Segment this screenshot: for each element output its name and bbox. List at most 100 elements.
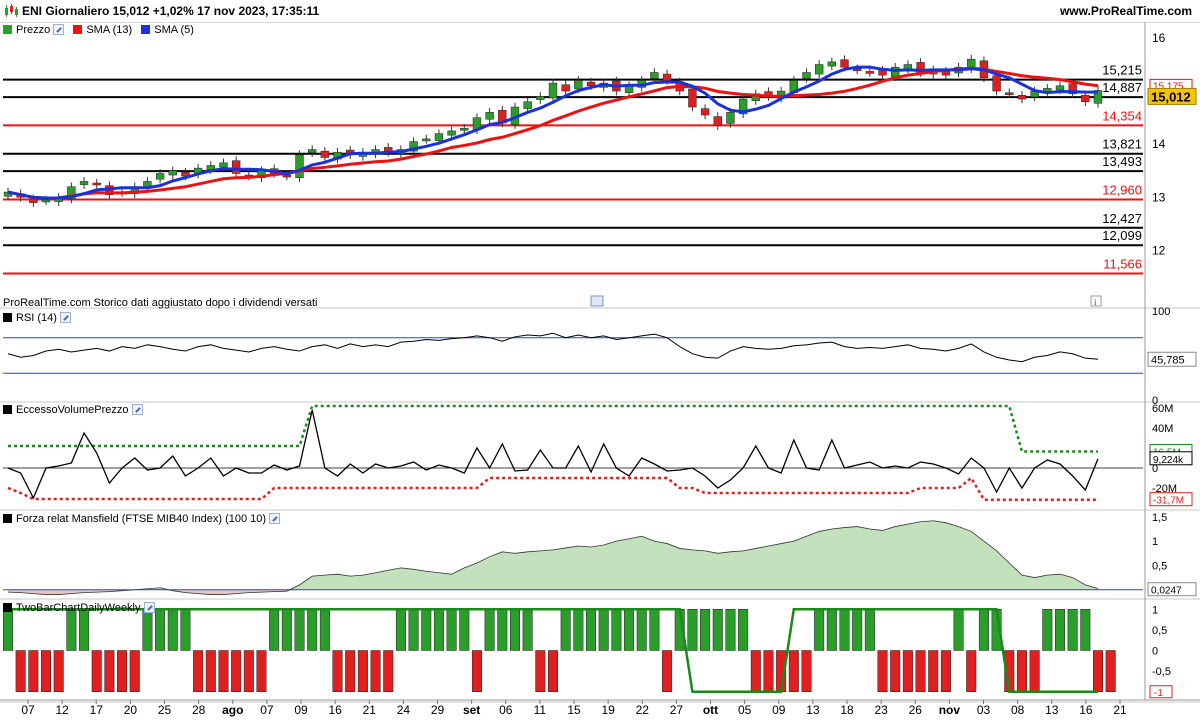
- time-axis-label: ago: [222, 703, 243, 717]
- twobar-legend[interactable]: TwoBarChartDailyWeekly: [3, 601, 155, 615]
- twobar-bar: [814, 609, 825, 651]
- twobar-bar: [41, 650, 52, 692]
- twobar-bar: [484, 609, 495, 651]
- twobar-bar: [547, 650, 559, 692]
- twobar-bar: [839, 609, 850, 651]
- evp-last-label: 9,224k: [1153, 455, 1184, 466]
- time-axis-label: 12: [55, 703, 69, 717]
- twobar-bar: [155, 609, 166, 651]
- time-axis-label: 08: [1011, 703, 1025, 717]
- twobar-bar: [598, 609, 609, 651]
- candle: [219, 162, 228, 168]
- candle: [662, 73, 672, 81]
- twobar-bar: [79, 609, 90, 651]
- twobar-bar: [294, 609, 305, 651]
- twobar-bar: [129, 650, 140, 692]
- candle: [903, 64, 913, 70]
- twobar-bar: [890, 650, 901, 692]
- twobar-bar: [864, 609, 875, 651]
- chart-canvas: 12 13 14 15 16 15,215 14,887 14,354 13,821 13,493…: [0, 22, 1200, 717]
- time-axis-label: 21: [363, 703, 377, 717]
- time-axis-label: 21: [1113, 703, 1127, 717]
- wrench-icon[interactable]: [269, 513, 281, 524]
- twobar-bar: [535, 650, 546, 692]
- evp-lower-band: [7, 476, 1098, 501]
- twobar-bar: [471, 650, 482, 692]
- candle: [231, 160, 241, 174]
- candle: [814, 64, 824, 75]
- candle: [548, 82, 558, 99]
- candle: [688, 88, 697, 108]
- price-tick-label: 16: [1152, 31, 1166, 45]
- candle: [41, 199, 51, 203]
- candle: [1055, 85, 1065, 91]
- level-label: 13,493: [1102, 154, 1142, 169]
- price-legend-label: Prezzo: [16, 24, 51, 36]
- twobar-bar: [738, 609, 749, 651]
- time-axis-label: 03: [977, 703, 991, 717]
- time-axis-label: 19: [601, 703, 615, 717]
- evp-legend[interactable]: EccessoVolumePrezzo: [3, 403, 143, 417]
- candle: [308, 149, 317, 153]
- sma5-legend-label: SMA (5): [154, 24, 194, 36]
- twobar-bar: [725, 609, 736, 651]
- candle: [320, 150, 330, 158]
- candle: [827, 61, 837, 67]
- time-axis-label: 22: [636, 703, 650, 717]
- time-axis-label: 11: [534, 703, 547, 717]
- twobar-bar: [1080, 609, 1091, 651]
- time-axis-label: 16: [1079, 703, 1093, 717]
- mansfield-legend[interactable]: Forza relat Mansfield (FTSE MIB40 Index)…: [3, 512, 281, 526]
- evp-line: [7, 409, 1099, 500]
- evp-legend-label: EccessoVolumePrezzo: [16, 404, 129, 416]
- candle: [1005, 92, 1014, 95]
- candle: [574, 80, 583, 90]
- time-axis-label: 16: [328, 703, 342, 717]
- twobar-bar: [611, 609, 622, 651]
- time-axis-label: 28: [192, 703, 206, 717]
- candle: [992, 75, 1001, 92]
- axis-tick-label: 100: [1152, 306, 1170, 318]
- level-label: 14,887: [1102, 80, 1142, 95]
- wrench-icon[interactable]: [143, 602, 155, 613]
- mansfield-swatch: [3, 514, 12, 523]
- twobar-bar: [1092, 650, 1104, 692]
- wrench-icon[interactable]: [59, 312, 71, 323]
- dividend-note: ProRealTime.com Storico dati aggiustato …: [3, 297, 318, 309]
- mansfield-last-label: 0,0247: [1151, 586, 1182, 597]
- rsi-swatch: [3, 313, 12, 322]
- twobar-bar: [902, 650, 913, 692]
- time-axis-label: 09: [772, 703, 786, 717]
- level-label: 12,427: [1102, 211, 1142, 226]
- twobar-bar: [193, 650, 204, 692]
- price-last-label: 15,012: [1151, 89, 1191, 104]
- wrench-icon[interactable]: [131, 404, 143, 415]
- candle: [155, 173, 165, 180]
- candle: [536, 96, 545, 100]
- rsi-last-label: 45,785: [1151, 354, 1185, 366]
- sma5-swatch: [141, 25, 151, 34]
- twobar-bar: [433, 609, 444, 651]
- price-tick-label: 12: [1152, 243, 1166, 257]
- time-axis-label: 20: [124, 703, 138, 717]
- twobar-bar: [624, 609, 635, 651]
- wrench-icon[interactable]: [53, 24, 65, 35]
- candle: [586, 81, 596, 87]
- candle: [891, 66, 900, 77]
- price-legend[interactable]: Prezzo SMA (13) SMA (5): [3, 23, 194, 37]
- twobar-bar: [446, 609, 457, 651]
- time-axis-label: 06: [499, 703, 513, 717]
- twobar-bar: [421, 609, 432, 651]
- twobar-bar: [1054, 609, 1065, 651]
- rsi-legend[interactable]: RSI (14): [3, 311, 71, 325]
- axis-tick-label: 1: [1152, 604, 1158, 616]
- twobar-bar: [332, 650, 343, 692]
- twobar-bar: [53, 650, 64, 692]
- twobar-bar: [408, 609, 419, 651]
- twobar-bar: [687, 609, 698, 651]
- twobar-bar: [700, 609, 711, 651]
- candle: [29, 198, 38, 203]
- candle: [79, 181, 89, 185]
- candle: [726, 112, 735, 124]
- time-axis-label: set: [463, 703, 480, 717]
